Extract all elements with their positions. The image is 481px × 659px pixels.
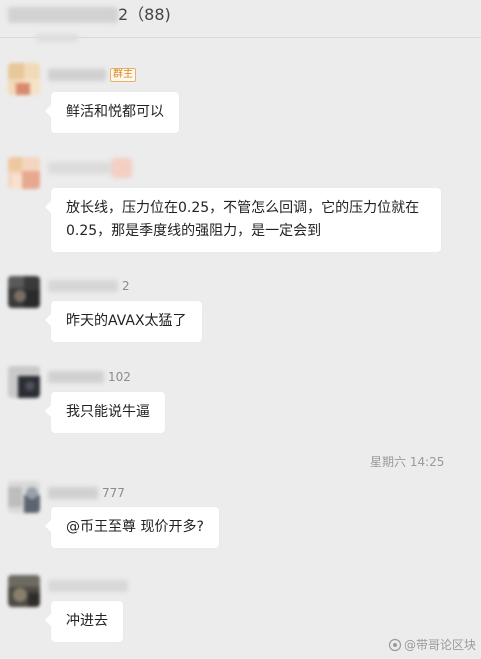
avatar[interactable]: [8, 366, 40, 398]
blurred-sender-name: [48, 371, 104, 383]
avatar[interactable]: [8, 575, 40, 607]
chat-header: 2（88): [0, 0, 481, 42]
blurred-sender-name: [48, 580, 128, 592]
chat-title: 2（88): [8, 4, 171, 26]
watermark: @带哥论区块: [388, 637, 476, 653]
blurred-group-name: [8, 7, 118, 23]
member-count: 2（88): [118, 5, 171, 24]
sender-name-row: 群主: [48, 67, 136, 83]
message-text: 鲜活和悦都可以: [66, 104, 164, 120]
watermark-logo-icon: [388, 638, 402, 652]
message-text: @币王至尊 现价开多?: [66, 519, 204, 535]
avatar[interactable]: [8, 157, 40, 189]
blurred-sender-name: [48, 487, 98, 499]
sender-name-row: 102: [48, 369, 131, 385]
sender-name-row: 777: [48, 485, 125, 501]
blurred-sender-name: [48, 280, 118, 292]
sender-name-suffix: 2: [122, 279, 130, 293]
message-bubble[interactable]: 放长线，压力位在0.25，不管怎么回调，它的压力位就在 0.25，那是季度线的强…: [45, 188, 441, 252]
message-bubble[interactable]: 我只能说牛逼: [45, 392, 165, 433]
message-bubble[interactable]: 昨天的AVAX太猛了: [45, 301, 202, 342]
avatar[interactable]: [8, 481, 40, 513]
message-text: 冲进去: [66, 613, 108, 629]
message-text-line: 0.25，那是季度线的强阻力，是一定会到: [66, 223, 322, 239]
blurred-subtitle: [36, 34, 78, 42]
watermark-text: @带哥论区块: [404, 638, 477, 652]
sender-name-suffix: 102: [108, 370, 131, 384]
message-text: 我只能说牛逼: [66, 404, 150, 420]
avatar[interactable]: [8, 63, 40, 95]
sender-name-row: 2: [48, 278, 130, 294]
sender-name-suffix: 777: [102, 486, 125, 500]
message-bubble[interactable]: 鲜活和悦都可以: [45, 92, 179, 133]
message-text: 昨天的AVAX太猛了: [66, 313, 187, 329]
sender-name-row: [48, 578, 128, 594]
message-text-line: 放长线，压力位在0.25，不管怎么回调，它的压力位就在: [66, 200, 420, 216]
message-bubble[interactable]: @币王至尊 现价开多?: [45, 507, 219, 548]
avatar[interactable]: [8, 276, 40, 308]
blurred-decoration: [112, 158, 132, 178]
owner-badge: 群主: [110, 68, 136, 82]
message-timestamp: 星期六 14:25: [370, 455, 445, 469]
blurred-sender-name: [48, 69, 106, 81]
message-bubble[interactable]: 冲进去: [45, 601, 123, 642]
